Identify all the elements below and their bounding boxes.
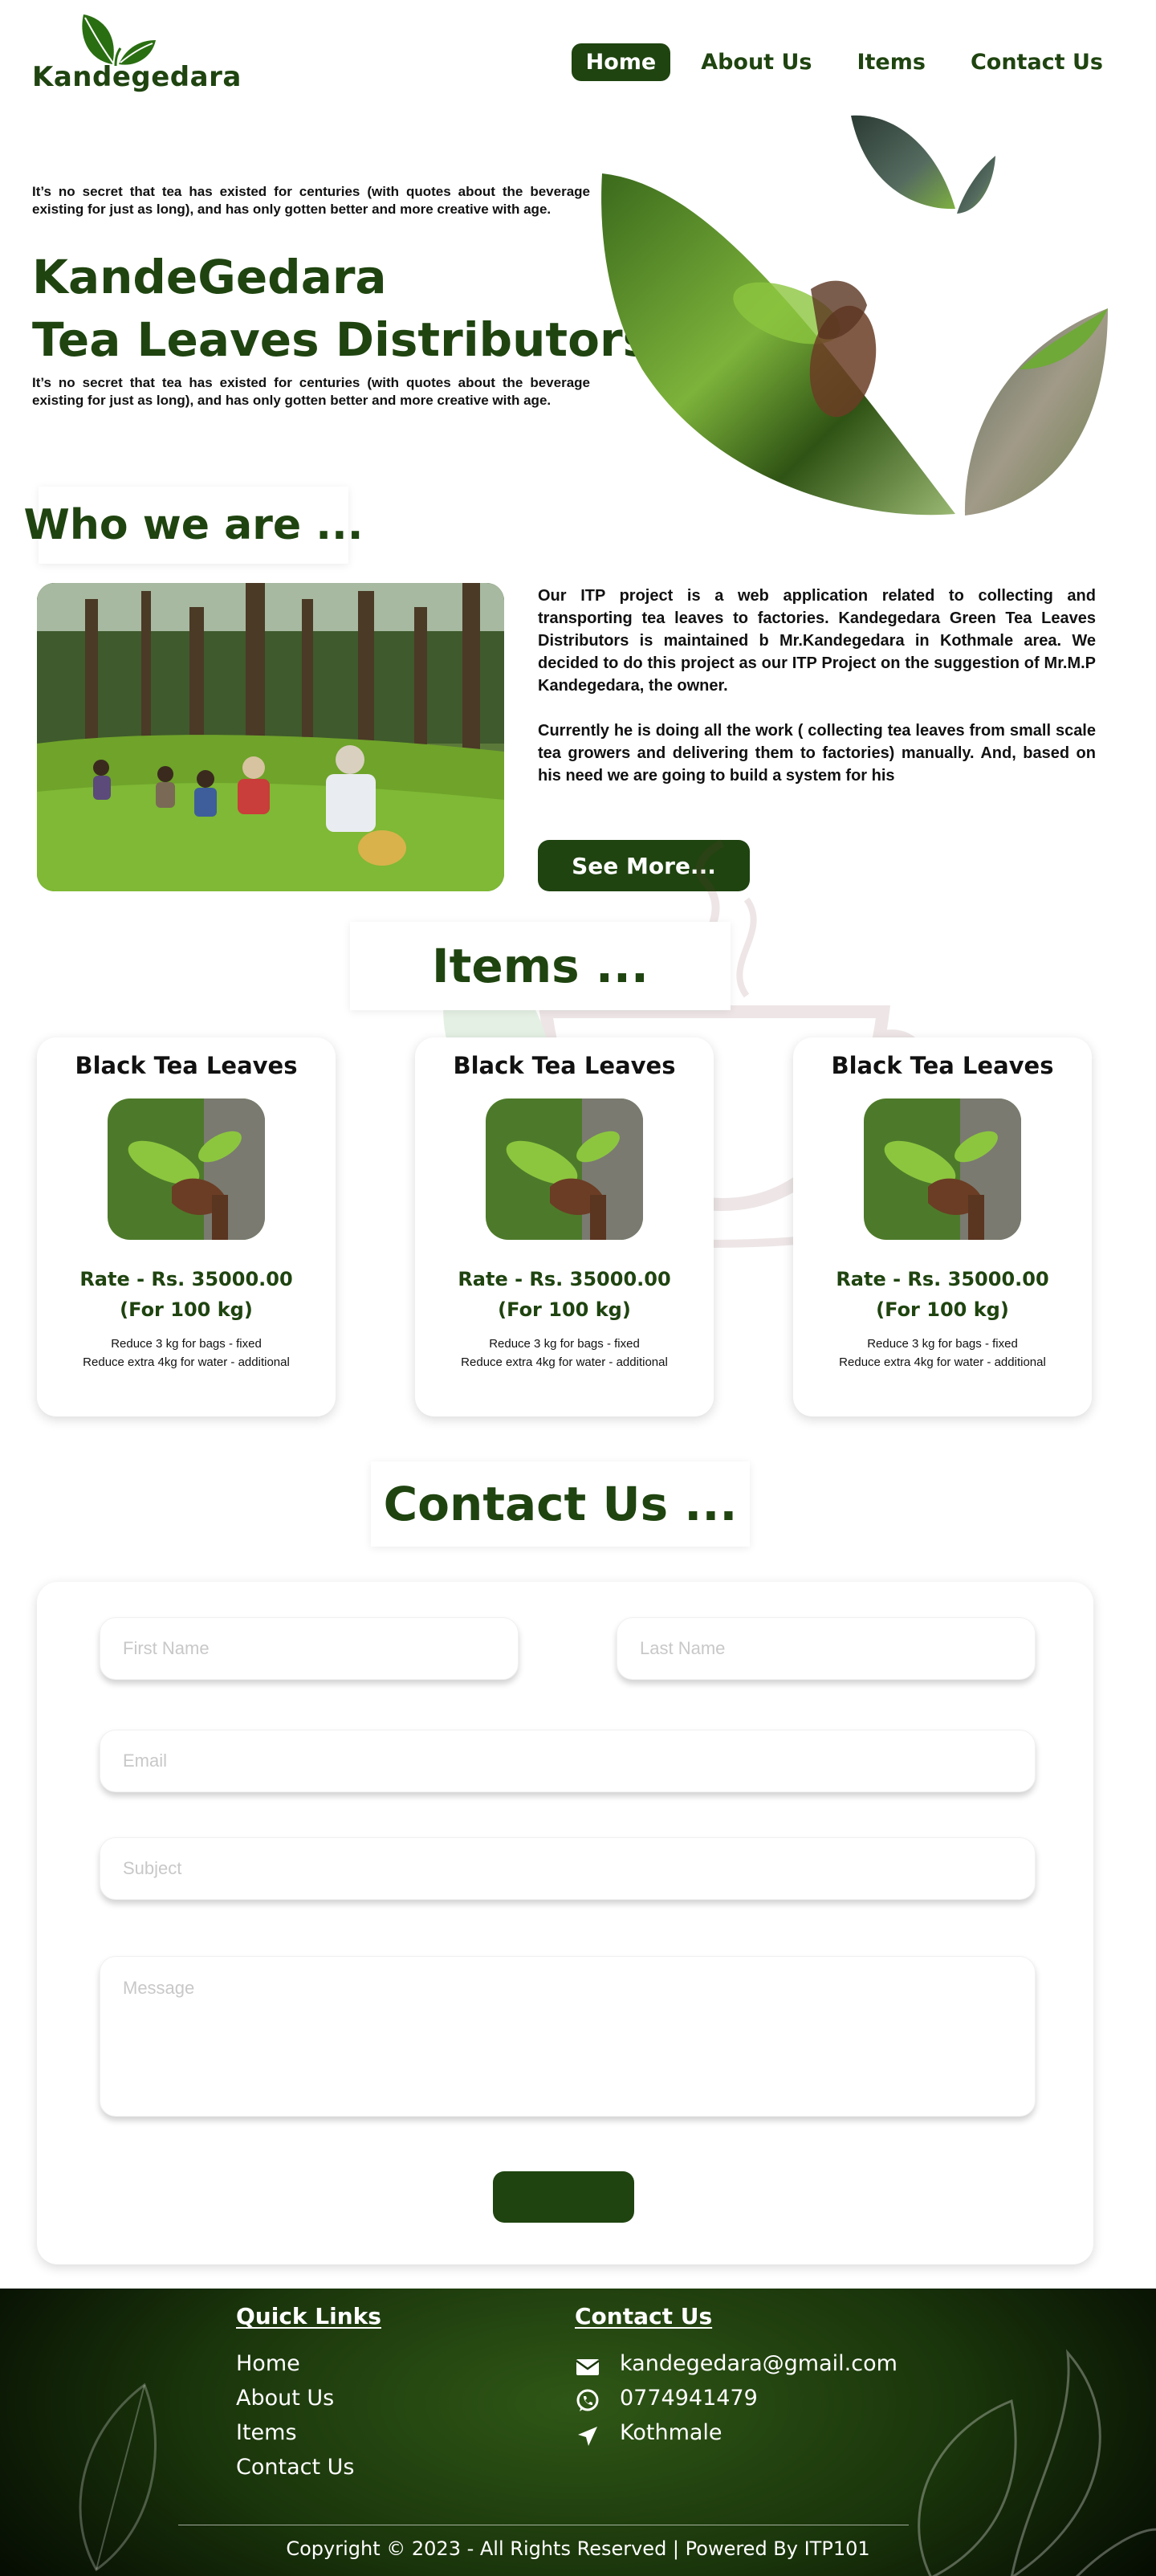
item-card-unit: (For 100 kg) (120, 1298, 253, 1321)
item-card-note-1: Reduce 3 kg for bags - fixed (489, 1337, 640, 1351)
item-card-image (864, 1098, 1021, 1240)
nav-items[interactable]: Items (842, 43, 939, 81)
about-heading: Who we are ... (24, 487, 364, 564)
footer-link-contact-us[interactable]: Contact Us (236, 2455, 354, 2480)
about-paragraph-2: Currently he is doing all the work ( col… (538, 722, 1096, 785)
contact-heading: Contact Us ... (371, 1461, 750, 1547)
footer-link-about-us[interactable]: About Us (236, 2386, 334, 2411)
item-card[interactable]: Black Tea Leaves Rate - Rs. 35000.00 (Fo… (415, 1037, 714, 1416)
item-card-image (486, 1098, 643, 1240)
item-card-notes: Reduce 3 kg for bags - fixed Reduce extr… (793, 1335, 1092, 1372)
whatsapp-icon (576, 2389, 599, 2411)
hero-title-line1: KandeGedara (32, 250, 387, 304)
item-card-rate: Rate - Rs. 35000.00 (For 100 kg) (415, 1264, 714, 1325)
item-card[interactable]: Black Tea Leaves Rate - Rs. 35000.00 (Fo… (793, 1037, 1092, 1416)
item-card-title: Black Tea Leaves (831, 1052, 1054, 1079)
site-footer: Quick Links Home About Us Items Contact … (0, 2289, 1156, 2576)
item-card-notes: Reduce 3 kg for bags - fixed Reduce extr… (415, 1335, 714, 1372)
item-card-unit: (For 100 kg) (876, 1298, 1009, 1321)
contact-form (37, 1582, 1093, 2264)
submit-button[interactable] (493, 2171, 634, 2223)
footer-copyright: Copyright © 2023 - All Rights Reserved |… (286, 2537, 870, 2560)
item-card-price: Rate - Rs. 35000.00 (836, 1268, 1049, 1290)
items-heading: Items ... (350, 922, 731, 1010)
footer-quick-links-heading: Quick Links (236, 2303, 381, 2329)
item-card-title: Black Tea Leaves (75, 1052, 298, 1079)
last-name-field[interactable] (617, 1617, 1036, 1680)
item-card-notes: Reduce 3 kg for bags - fixed Reduce extr… (37, 1335, 336, 1372)
footer-link-home[interactable]: Home (236, 2351, 300, 2376)
footer-phone-link[interactable]: 0774941479 (620, 2386, 758, 2411)
footer-contact-heading: Contact Us (575, 2303, 713, 2329)
envelope-icon (576, 2359, 600, 2375)
item-card-rate: Rate - Rs. 35000.00 (For 100 kg) (793, 1264, 1092, 1325)
email-field[interactable] (100, 1730, 1036, 1792)
brand-logo[interactable]: Kandegedara (32, 11, 241, 100)
about-paragraph-1: Our ITP project is a web application rel… (538, 587, 1096, 695)
hero-tea-leaf-collage (601, 115, 1108, 516)
item-card-note-2: Reduce extra 4kg for water - additional (461, 1355, 668, 1369)
item-card-rate: Rate - Rs. 35000.00 (For 100 kg) (37, 1264, 336, 1325)
first-name-field[interactable] (100, 1617, 519, 1680)
nav-contact-us[interactable]: Contact Us (956, 43, 1117, 81)
item-card-note-2: Reduce extra 4kg for water - additional (83, 1355, 290, 1369)
brand-name: Kandegedara (32, 61, 242, 93)
hero-outro-text: It’s no secret that tea has existed for … (32, 375, 590, 408)
hero-title: KandeGedara Tea Leaves Distributors (32, 246, 650, 371)
item-card-unit: (For 100 kg) (498, 1298, 631, 1321)
subject-field[interactable] (100, 1837, 1036, 1900)
nav-about-us[interactable]: About Us (686, 43, 826, 81)
item-card-note-1: Reduce 3 kg for bags - fixed (111, 1337, 262, 1351)
item-card[interactable]: Black Tea Leaves Rate - Rs. 35000.00 (Fo… (37, 1037, 336, 1416)
footer-email-link[interactable]: kandegedara@gmail.com (620, 2351, 898, 2376)
hero-big-leaf-image (601, 173, 955, 516)
item-card-note-2: Reduce extra 4kg for water - additional (839, 1355, 1046, 1369)
hero-intro-text: It’s no secret that tea has existed for … (32, 184, 590, 217)
main-menu: Home About Us Items Contact Us (571, 43, 1117, 81)
item-card-image (108, 1098, 265, 1240)
item-card-price: Rate - Rs. 35000.00 (79, 1268, 293, 1290)
item-card-title: Black Tea Leaves (453, 1052, 676, 1079)
hero-title-line2: Tea Leaves Distributors (32, 312, 651, 367)
item-card-note-1: Reduce 3 kg for bags - fixed (867, 1337, 1018, 1351)
location-arrow-icon (578, 2427, 597, 2446)
nav-home[interactable]: Home (571, 43, 671, 81)
hero-top-leaf-image (851, 115, 955, 210)
footer-link-items[interactable]: Items (236, 2420, 297, 2445)
item-card-price: Rate - Rs. 35000.00 (458, 1268, 671, 1290)
top-navbar: Kandegedara Home About Us Items Contact … (0, 0, 1156, 112)
tea-leaf-logo-icon (82, 14, 156, 67)
footer-location: Kothmale (620, 2420, 722, 2445)
about-text: Our ITP project is a web application rel… (538, 585, 1096, 787)
message-field[interactable] (100, 1956, 1036, 2117)
